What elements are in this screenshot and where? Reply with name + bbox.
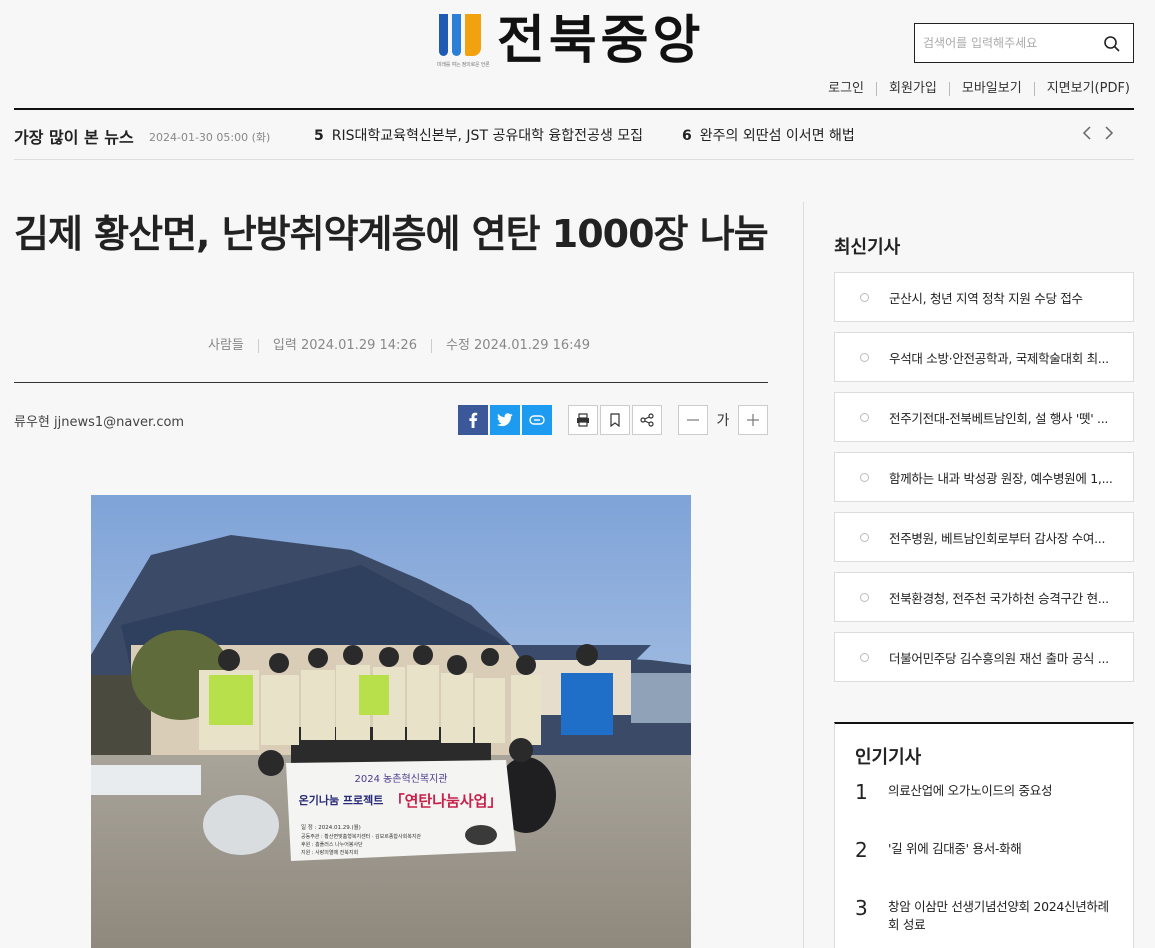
- byline: 류우현 jjnews1@naver.com: [14, 415, 185, 430]
- latest-news-list: 군산시, 청년 지역 정착 지원 수당 접수 우석대 소방·안전공학과, 국제학…: [834, 272, 1134, 692]
- latest-news-title: 최신기사: [834, 237, 901, 258]
- sidebar-divider: [803, 202, 804, 948]
- login-link[interactable]: 로그인: [816, 82, 876, 96]
- signup-link[interactable]: 회원가입: [876, 82, 949, 96]
- most-viewed-date: 2024-01-30 05:00 (화): [149, 131, 271, 144]
- chevron-left-icon[interactable]: [1082, 125, 1092, 141]
- latest-news-item[interactable]: 전북환경청, 전주천 국가하천 승격구간 현...: [834, 572, 1134, 622]
- popular-rank: 1: [855, 780, 868, 804]
- published-date: 입력 2024.01.29 14:26: [257, 339, 431, 353]
- banner-line1: 2024 농촌혁신복지관: [354, 773, 447, 785]
- latest-news-text: 전주병원, 베트남인회로부터 감사장 수여...: [889, 531, 1106, 546]
- font-increase-button[interactable]: [738, 405, 768, 435]
- link-icon: [529, 415, 545, 425]
- latest-news-item[interactable]: 전주병원, 베트남인회로부터 감사장 수여...: [834, 512, 1134, 562]
- header-divider: [14, 108, 1134, 110]
- twitter-icon: [497, 413, 513, 427]
- search-input[interactable]: [923, 33, 1093, 53]
- print-icon: [577, 413, 589, 427]
- print-button[interactable]: [568, 405, 598, 435]
- popular-rank: 3: [855, 896, 868, 920]
- ticker-item[interactable]: 6 완주의 외딴섬 이서면 해법: [682, 125, 855, 145]
- article-photo: 2024 농촌혁신복지관 온기나눔 프로젝트 「연탄나눔사업」 일 정 : 20…: [91, 495, 691, 948]
- copy-link-button[interactable]: [522, 405, 552, 435]
- chevron-right-icon[interactable]: [1104, 125, 1114, 141]
- bullet-icon: [860, 293, 869, 302]
- banner-org1: 공동주관 : 황산면맞춤형복지센터 · 김보르종합사회복지관: [301, 833, 421, 840]
- popular-news-text: '길 위에 김대중' 용서-화해: [888, 841, 1022, 856]
- bullet-icon: [860, 473, 869, 482]
- popular-rank: 2: [855, 838, 868, 862]
- font-size-controls: 가: [678, 405, 768, 435]
- bullet-icon: [860, 653, 869, 662]
- bookmark-button[interactable]: [600, 405, 630, 435]
- share-button[interactable]: [632, 405, 662, 435]
- logo-mark-icon: 미래를 여는 정의로운 언론: [437, 12, 490, 68]
- banner-date: 일 정 : 2024.01.29.(월): [301, 823, 361, 831]
- ticker-rank: 5: [314, 128, 324, 144]
- utility-links: 로그인 회원가입 모바일보기 지면보기(PDF): [816, 82, 1130, 96]
- article-meta: 사람들 입력 2024.01.29 14:26 수정 2024.01.29 16…: [208, 339, 604, 353]
- facebook-icon: [469, 412, 478, 428]
- ticker-text: 완주의 외딴섬 이서면 해법: [699, 128, 855, 144]
- volunteers-photo-illustration: 2024 농촌혁신복지관 온기나눔 프로젝트 「연탄나눔사업」 일 정 : 20…: [91, 495, 691, 948]
- banner-prefix: 온기나눔 프로젝트: [299, 793, 384, 807]
- latest-news-text: 전주기전대-전북베트남인회, 설 행사 '뗏' ...: [889, 411, 1109, 426]
- mobile-view-link[interactable]: 모바일보기: [948, 82, 1034, 96]
- share-buttons: [458, 405, 554, 435]
- modified-date: 수정 2024.01.29 16:49: [430, 339, 604, 353]
- logo-tagline: 미래를 여는 정의로운 언론: [437, 62, 490, 68]
- popular-news-box: 인기기사 1 의료산업에 오가노이드의 중요성 2 '길 위에 김대중' 용서-…: [834, 722, 1134, 948]
- bookmark-icon: [610, 413, 620, 427]
- search-icon[interactable]: [1103, 35, 1121, 53]
- site-logo[interactable]: 미래를 여는 정의로운 언론 전북중앙: [437, 12, 704, 72]
- minus-icon: [687, 419, 699, 421]
- share-icon: [640, 413, 654, 427]
- most-viewed-ticker: 가장 많이 본 뉴스 2024-01-30 05:00 (화) 5 RIS대학교육…: [14, 111, 1134, 160]
- facebook-share-button[interactable]: [458, 405, 488, 435]
- popular-news-text: 의료산업에 오가노이드의 중요성: [888, 783, 1053, 798]
- bullet-icon: [860, 593, 869, 602]
- latest-news-text: 우석대 소방·안전공학과, 국제학술대회 최...: [889, 351, 1109, 366]
- bullet-icon: [860, 413, 869, 422]
- latest-news-text: 더불어민주당 김수흥의원 재선 출마 공식 ...: [889, 651, 1109, 666]
- font-decrease-button[interactable]: [678, 405, 708, 435]
- latest-news-text: 전북환경청, 전주천 국가하천 승격구간 현...: [889, 591, 1109, 606]
- article-section[interactable]: 사람들: [208, 339, 258, 353]
- article-headline: 김제 황산면, 난방취약계층에 연탄 1000장 나눔: [14, 212, 769, 256]
- article-tools: [568, 405, 664, 435]
- ticker-item[interactable]: 5 RIS대학교육혁신본부, JST 공유대학 융합전공생 모집: [314, 125, 643, 145]
- popular-news-text: 창암 이삼만 선생기념선양회 2024신년하례회 성료: [888, 899, 1109, 932]
- latest-news-item[interactable]: 함께하는 내과 박성광 원장, 예수병원에 1,...: [834, 452, 1134, 502]
- banner-org2: 후원 : 홈플러스 나누어봉사단: [301, 841, 363, 848]
- font-size-label: 가: [716, 413, 730, 429]
- twitter-share-button[interactable]: [490, 405, 520, 435]
- latest-news-item[interactable]: 군산시, 청년 지역 정착 지원 수당 접수: [834, 272, 1134, 322]
- latest-news-text: 함께하는 내과 박성광 원장, 예수병원에 1,...: [889, 471, 1113, 486]
- pdf-view-link[interactable]: 지면보기(PDF): [1033, 82, 1130, 96]
- popular-news-title: 인기기사: [855, 747, 922, 768]
- banner-org3: 지원 : 사랑의열매 전북지회: [301, 849, 358, 856]
- latest-news-item[interactable]: 우석대 소방·안전공학과, 국제학술대회 최...: [834, 332, 1134, 382]
- bullet-icon: [860, 353, 869, 362]
- most-viewed-title: 가장 많이 본 뉴스: [14, 128, 134, 147]
- bullet-icon: [860, 533, 869, 542]
- ticker-text: RIS대학교육혁신본부, JST 공유대학 융합전공생 모집: [331, 128, 644, 144]
- search-box: [914, 23, 1134, 63]
- latest-news-item[interactable]: 전주기전대-전북베트남인회, 설 행사 '뗏' ...: [834, 392, 1134, 442]
- plus-icon: [747, 414, 759, 426]
- latest-news-text: 군산시, 청년 지역 정착 지원 수당 접수: [889, 291, 1083, 306]
- meta-divider: [14, 382, 768, 383]
- latest-news-item[interactable]: 더불어민주당 김수흥의원 재선 출마 공식 ...: [834, 632, 1134, 682]
- logo-text: 전북중앙: [497, 11, 705, 71]
- ticker-rank: 6: [682, 128, 692, 144]
- banner-title: 「연탄나눔사업」: [390, 792, 503, 810]
